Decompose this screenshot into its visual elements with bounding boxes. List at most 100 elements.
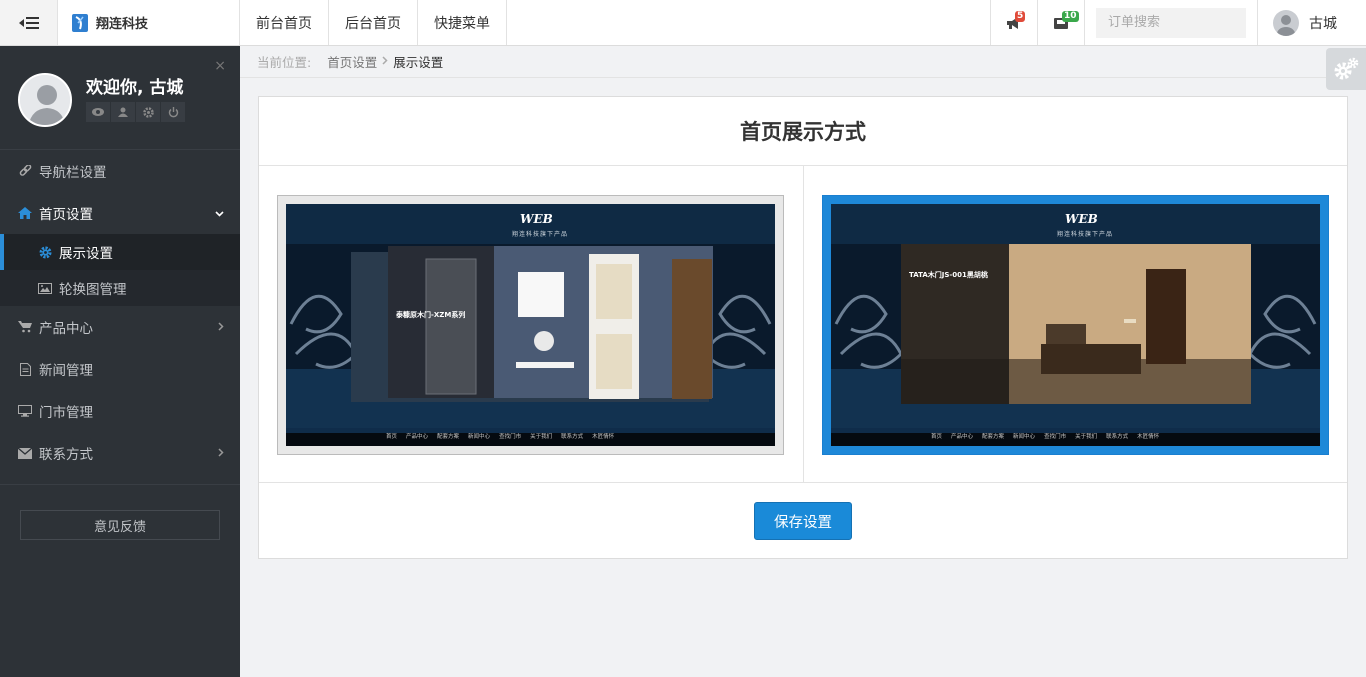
preview-menu-item: 新闻中心: [468, 434, 491, 440]
sidebar-item-label: 新闻管理: [39, 363, 93, 379]
brand[interactable]: 翔连科技: [58, 0, 240, 45]
sidebar-item-label: 联系方式: [39, 447, 93, 463]
display-option-2: WEB 翔连科技旗下产品 TATA木门JS-001黑胡桃 首页 产品中心 配套方…: [803, 166, 1347, 482]
close-icon[interactable]: ×: [214, 58, 226, 74]
sidebar-item-label: 展示设置: [59, 246, 113, 262]
feedback-button[interactable]: 意见反馈: [20, 510, 220, 540]
preview-menu-item: 配套方案: [437, 434, 460, 440]
sidebar-item-products[interactable]: 产品中心: [0, 306, 240, 348]
sidebar-item-label: 导航栏设置: [39, 165, 107, 181]
sidebar-item-home-settings[interactable]: 首页设置: [0, 192, 240, 234]
settings-button[interactable]: [136, 102, 160, 122]
brand-logo-icon: [72, 13, 88, 32]
home-icon: [18, 206, 32, 220]
breadcrumb-parent-link[interactable]: 首页设置: [327, 52, 377, 71]
chevron-right-icon: [218, 321, 224, 334]
display-option-1: WEB 翔连科技旗下产品 泰糠原木门-XZM系列 首页 产品中心 配套方案 新闻…: [259, 166, 803, 482]
document-icon: [18, 362, 32, 376]
display-options: WEB 翔连科技旗下产品 泰糠原木门-XZM系列 首页 产品中心 配套方案 新闻…: [259, 166, 1347, 483]
monitor-icon: [18, 404, 32, 418]
order-search-input[interactable]: [1096, 7, 1246, 38]
chevron-right-icon: [218, 447, 224, 460]
user-silhouette-icon: [20, 75, 70, 125]
preview-menu: 首页 产品中心 配套方案 新闻中心 查找门市 关于我们 联系方式 木匠情怀: [386, 432, 614, 440]
gears-icon: [1334, 57, 1359, 80]
brand-name: 翔连科技: [96, 17, 149, 32]
sidebar-item-news[interactable]: 新闻管理: [0, 348, 240, 390]
preview-menu-item: 关于我们: [1075, 434, 1098, 440]
breadcrumb-prefix: 当前位置:: [257, 55, 312, 70]
menu-collapse-icon: [18, 16, 39, 29]
welcome-text: 欢迎你, 古城: [86, 78, 184, 98]
breadcrumb-current: 展示设置: [393, 55, 444, 70]
sidebar-item-stores[interactable]: 门市管理: [0, 390, 240, 432]
sidebar-item-nav-settings[interactable]: 导航栏设置: [0, 150, 240, 192]
preview-product-title: TATA木门JS-001黑胡桃: [909, 271, 988, 279]
preview-tagline: 翔连科技旗下产品: [1057, 231, 1114, 238]
top-bar: 翔连科技 前台首页 后台首页 快捷菜单 5 10 订单搜索 古城: [0, 0, 1366, 46]
chevron-down-icon: [215, 207, 224, 220]
panel-footer: 保存设置: [259, 483, 1347, 559]
nav-backend-home[interactable]: 后台首页: [329, 0, 418, 45]
preview-web-logo: WEB: [1065, 212, 1098, 226]
preview-product-title: 泰糠原木门-XZM系列: [396, 311, 466, 319]
user-name: 古城: [1309, 15, 1337, 32]
user-icon: [118, 107, 128, 117]
sidebar-divider: [0, 484, 240, 485]
chevron-right-icon: [382, 55, 388, 68]
nav-frontend-home[interactable]: 前台首页: [240, 0, 329, 45]
preview-web-logo: WEB: [520, 212, 553, 226]
preview-menu-item: 首页: [931, 434, 943, 440]
sidebar-item-contact[interactable]: 联系方式: [0, 432, 240, 474]
preview-menu-item: 产品中心: [951, 434, 974, 440]
preview-menu-item: 联系方式: [561, 434, 584, 440]
user-avatar: [1273, 9, 1299, 36]
notifications-button[interactable]: 5: [990, 0, 1037, 45]
preview-menu-item: 关于我们: [530, 434, 553, 440]
preview-menu-item: 木匠情怀: [592, 434, 615, 440]
preview-menu: 首页 产品中心 配套方案 新闻中心 查找门市 关于我们 联系方式 木匠情怀: [931, 432, 1159, 440]
display-option-2-thumbnail[interactable]: WEB 翔连科技旗下产品 TATA木门JS-001黑胡桃 首页 产品中心 配套方…: [822, 195, 1329, 455]
profile-button[interactable]: [111, 102, 135, 122]
breadcrumb: 当前位置: 首页设置 展示设置: [240, 46, 1366, 78]
display-settings-panel: 首页展示方式 WEB 翔连科技旗下产品 泰糠原木门-XZM系列 首页 产品中心 …: [258, 96, 1348, 559]
user-silhouette-icon: [1277, 14, 1295, 36]
preview-screen: WEB 翔连科技旗下产品 泰糠原木门-XZM系列 首页 产品中心 配套方案 新闻…: [286, 204, 775, 446]
message-count-badge: 10: [1062, 11, 1079, 22]
sidebar-submenu-home-settings: 展示设置 轮换图管理: [0, 234, 240, 306]
sidebar-item-label: 产品中心: [39, 321, 93, 337]
user-menu[interactable]: 古城: [1257, 0, 1366, 45]
envelope-icon: [18, 446, 32, 460]
link-icon: [18, 164, 32, 178]
app-root: 翔连科技 前台首页 后台首页 快捷菜单 5 10 订单搜索 古城 欢迎你, 古城…: [0, 0, 1366, 677]
preview-menu-item: 查找门市: [499, 434, 522, 440]
preview-menu-item: 配套方案: [982, 434, 1005, 440]
cart-icon: [18, 320, 32, 334]
preview-screen: WEB 翔连科技旗下产品 TATA木门JS-001黑胡桃 首页 产品中心 配套方…: [831, 204, 1320, 446]
save-settings-button[interactable]: 保存设置: [754, 502, 852, 540]
sidebar-toggle-button[interactable]: [0, 0, 58, 45]
nav-quick-menu[interactable]: 快捷菜单: [418, 0, 507, 45]
preview-menu-item: 新闻中心: [1013, 434, 1036, 440]
panel-title: 首页展示方式: [259, 97, 1347, 166]
logout-button[interactable]: [161, 102, 185, 122]
settings-panel-toggle[interactable]: [1326, 48, 1366, 90]
sidebar-item-display-settings[interactable]: 展示设置: [0, 234, 240, 270]
top-nav: 前台首页 后台首页 快捷菜单: [240, 0, 507, 45]
power-icon: [168, 106, 178, 117]
view-button[interactable]: [86, 102, 110, 122]
picture-icon: [38, 281, 52, 295]
preview-tagline: 翔连科技旗下产品: [512, 231, 569, 238]
sidebar-item-label: 门市管理: [39, 405, 93, 421]
homepage-preview-image: [831, 204, 1320, 446]
gear-icon: [38, 245, 52, 259]
order-search: [1084, 0, 1257, 45]
preview-menu-item: 查找门市: [1044, 434, 1067, 440]
preview-menu-item: 联系方式: [1106, 434, 1129, 440]
sidebar-item-carousel-management[interactable]: 轮换图管理: [0, 270, 240, 306]
preview-menu-item: 首页: [386, 434, 398, 440]
messages-button[interactable]: 10: [1037, 0, 1084, 45]
gear-icon: [142, 106, 154, 118]
preview-menu-item: 木匠情怀: [1137, 434, 1160, 440]
display-option-1-thumbnail[interactable]: WEB 翔连科技旗下产品 泰糠原木门-XZM系列 首页 产品中心 配套方案 新闻…: [277, 195, 784, 455]
